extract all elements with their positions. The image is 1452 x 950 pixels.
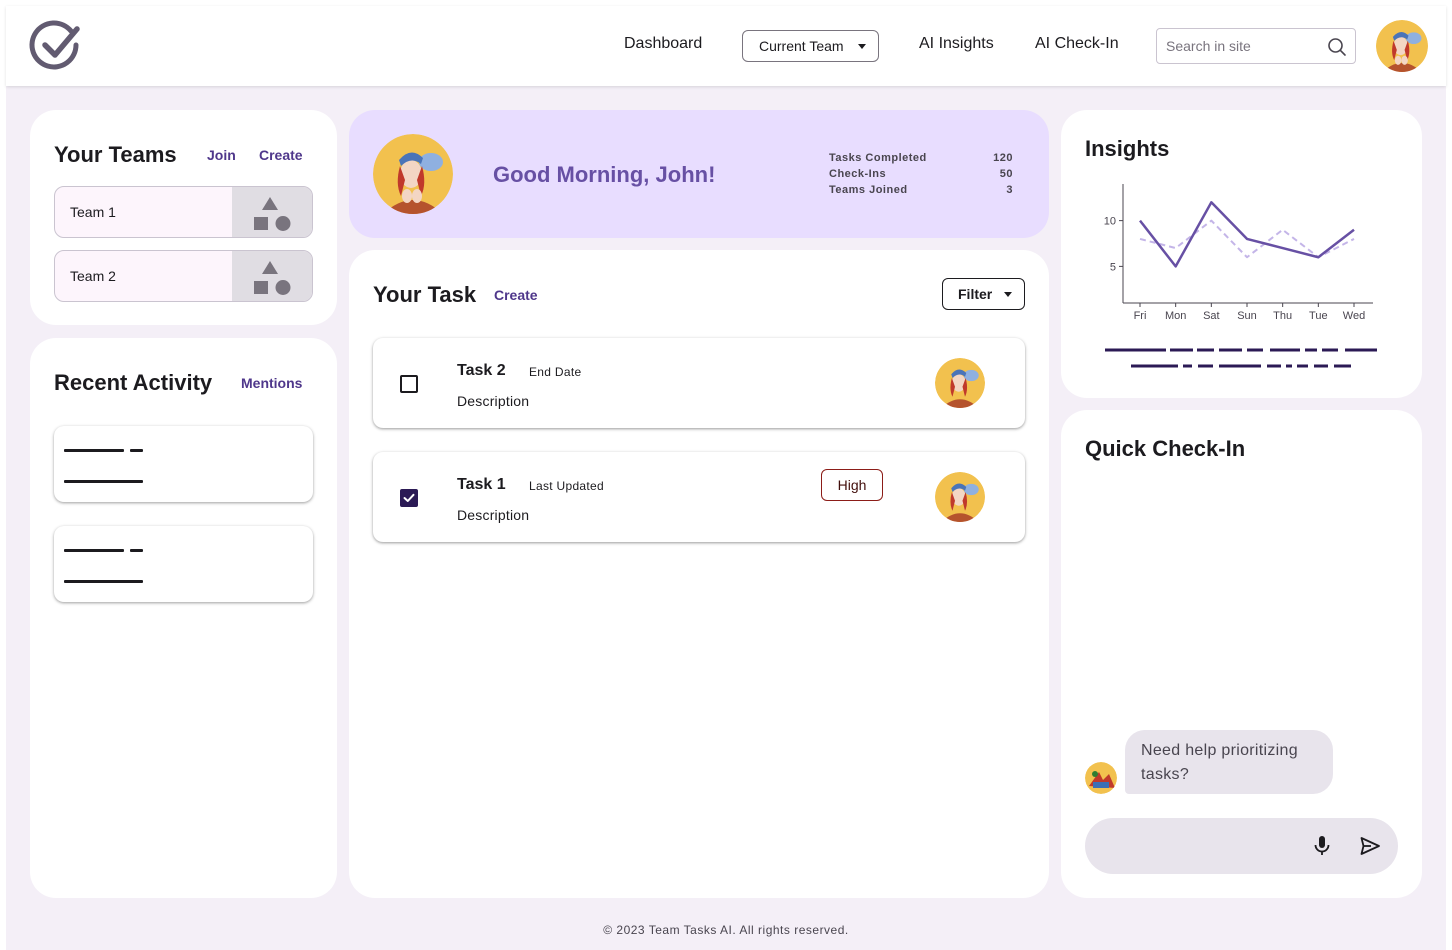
assignee-avatar[interactable]	[935, 472, 985, 522]
task-card[interactable]: Task 1 Last Updated Description High	[373, 452, 1025, 542]
placeholder-line	[64, 549, 124, 552]
activity-placeholder-card[interactable]	[54, 426, 313, 502]
user-avatar[interactable]	[1376, 20, 1428, 72]
placeholder-line	[130, 549, 143, 552]
team-thumbnail	[232, 187, 312, 237]
team-select-dropdown[interactable]: Current Team	[742, 30, 879, 62]
greeting-banner: Good Morning, John! Tasks Completed 120 …	[349, 110, 1049, 238]
task-meta: Last Updated	[529, 479, 604, 493]
greeting-message: Good Morning, John!	[493, 162, 716, 187]
team-name: Team 2	[70, 268, 116, 284]
shapes-icon	[254, 261, 291, 295]
assistant-illustration	[1085, 762, 1117, 794]
nav-ai-insights[interactable]: AI Insights	[919, 35, 994, 53]
caret-down-icon	[1004, 292, 1012, 297]
placeholder-line	[64, 449, 124, 452]
team-select-label: Current Team	[759, 38, 844, 54]
task-checkbox[interactable]	[400, 489, 418, 507]
stat-label: Teams Joined	[829, 184, 908, 196]
check-icon	[403, 493, 415, 502]
x-tick-label: Thu	[1273, 310, 1292, 322]
mentions-button[interactable]: Mentions	[241, 375, 302, 391]
stat-value: 50	[999, 168, 1013, 180]
chat-message-bubble: Need help prioritizing tasks?	[1125, 730, 1333, 794]
recent-activity-title: Recent Activity	[54, 370, 213, 395]
avatar-illustration	[935, 358, 985, 408]
ai-assistant-avatar	[1085, 762, 1117, 794]
task-card[interactable]: Task 2 End Date Description	[373, 338, 1025, 428]
x-tick-label: Tue	[1309, 310, 1328, 322]
task-description: Description	[457, 507, 530, 523]
search-box	[1156, 28, 1356, 64]
teams-card: Your Teams Join Create Team 1 Team 2	[30, 110, 337, 325]
x-tick-label: Sat	[1203, 310, 1220, 322]
avatar-illustration	[935, 472, 985, 522]
activity-placeholder-card[interactable]	[54, 526, 313, 602]
x-tick-label: Sun	[1237, 310, 1257, 322]
tasks-title: Your Task	[373, 282, 477, 307]
filter-label: Filter	[958, 286, 993, 302]
insights-card: Insights 5 10 Fri Mon Sat Sun Thu Tue Wed	[1061, 110, 1422, 398]
top-app-bar: Dashboard Current Team AI Insights AI Ch…	[6, 6, 1446, 86]
caret-down-icon	[858, 44, 866, 49]
avatar-illustration	[373, 134, 453, 214]
team-thumbnail	[232, 251, 312, 301]
task-title: Task 1	[457, 476, 506, 493]
placeholder-line	[64, 480, 143, 483]
filter-dropdown[interactable]: Filter	[942, 278, 1025, 310]
join-team-button[interactable]: Join	[207, 147, 236, 163]
task-description: Description	[457, 393, 530, 409]
task-checkbox[interactable]	[400, 375, 418, 393]
stat-value: 120	[993, 152, 1013, 164]
create-task-button[interactable]: Create	[494, 287, 538, 303]
y-tick-label: 10	[1104, 216, 1116, 228]
search-input[interactable]	[1157, 29, 1317, 63]
x-tick-label: Fri	[1134, 310, 1147, 322]
send-icon[interactable]	[1358, 834, 1382, 858]
create-team-button[interactable]: Create	[259, 147, 303, 163]
shapes-icon	[254, 197, 291, 231]
team-name: Team 1	[70, 204, 116, 220]
placeholder-line	[64, 580, 143, 583]
x-tick-label: Wed	[1343, 310, 1365, 322]
x-tick-label: Mon	[1165, 310, 1186, 322]
assignee-avatar[interactable]	[935, 358, 985, 408]
y-tick-label: 5	[1110, 261, 1116, 273]
team-list-item[interactable]: Team 2	[54, 250, 313, 302]
user-avatar-large	[373, 134, 453, 214]
avatar-illustration	[1376, 20, 1428, 72]
priority-badge[interactable]: High	[821, 469, 883, 501]
insights-line-chart: 5 10 Fri Mon Sat Sun Thu Tue Wed	[1104, 184, 1373, 322]
chart-legend	[1105, 348, 1377, 368]
insights-title: Insights	[1085, 136, 1170, 161]
stat-label: Tasks Completed	[829, 152, 927, 164]
teams-title: Your Teams	[54, 142, 177, 167]
mic-icon[interactable]	[1310, 834, 1334, 858]
stat-value: 3	[1006, 184, 1013, 196]
tasks-card: Your Task Create Filter Task 2 End Date …	[349, 250, 1049, 898]
task-title: Task 2	[457, 362, 506, 379]
team-list-item[interactable]: Team 1	[54, 186, 313, 238]
placeholder-line	[130, 449, 143, 452]
check-circle-icon[interactable]	[28, 18, 84, 74]
stat-label: Check-Ins	[829, 168, 887, 180]
nav-ai-checkin[interactable]: AI Check-In	[1035, 35, 1119, 53]
task-meta: End Date	[529, 365, 582, 379]
recent-activity-card: Recent Activity Mentions	[30, 338, 337, 898]
chat-input-bar	[1085, 818, 1398, 874]
chat-input[interactable]	[1101, 826, 1301, 866]
checkin-title: Quick Check-In	[1085, 436, 1246, 461]
search-icon[interactable]	[1327, 37, 1347, 57]
nav-dashboard[interactable]: Dashboard	[624, 35, 702, 53]
quick-checkin-card: Quick Check-In Need help prioritizing ta…	[1061, 410, 1422, 898]
footer-copyright: © 2023 Team Tasks AI. All rights reserve…	[603, 923, 849, 937]
